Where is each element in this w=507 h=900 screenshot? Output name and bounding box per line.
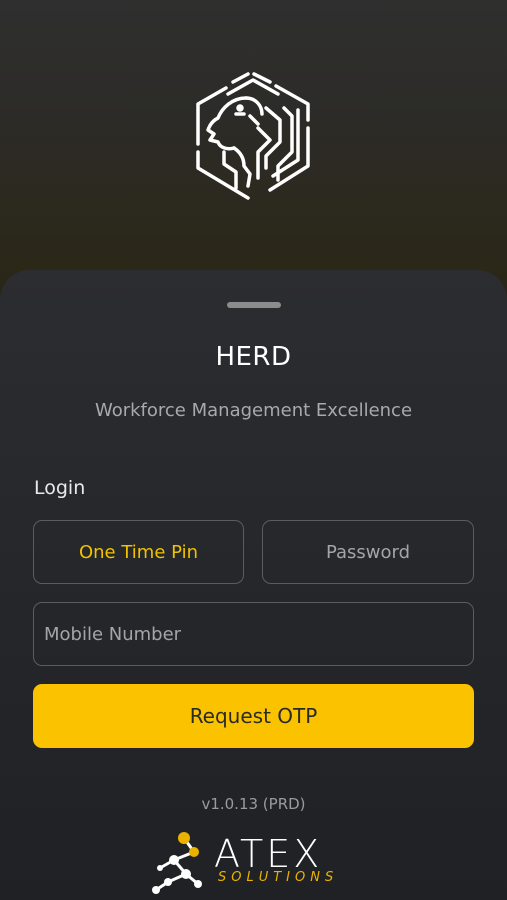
- version-label: v1.0.13 (PRD): [201, 795, 306, 813]
- tab-one-time-pin-label: One Time Pin: [78, 541, 198, 563]
- login-label: Login: [34, 477, 86, 499]
- app-subtitle: Workforce Management Excellence: [94, 400, 413, 421]
- app-title: HERD: [215, 342, 292, 372]
- atex-solutions-logo: ATEX SOLUTIONS: [148, 830, 362, 896]
- herd-lion-logo-icon: [188, 68, 318, 204]
- login-sheet: HERD Workforce Management Excellence Log…: [0, 270, 507, 900]
- request-otp-button[interactable]: Request OTP: [33, 684, 474, 748]
- tab-password-label: Password: [325, 541, 411, 563]
- tab-one-time-pin[interactable]: One Time Pin: [33, 520, 244, 584]
- atex-brand-subtitle: SOLUTIONS: [218, 870, 339, 885]
- mobile-number-input[interactable]: [33, 602, 474, 666]
- tab-password[interactable]: Password: [262, 520, 474, 584]
- sheet-drag-handle[interactable]: [227, 302, 281, 308]
- molecule-network-icon: [152, 832, 202, 894]
